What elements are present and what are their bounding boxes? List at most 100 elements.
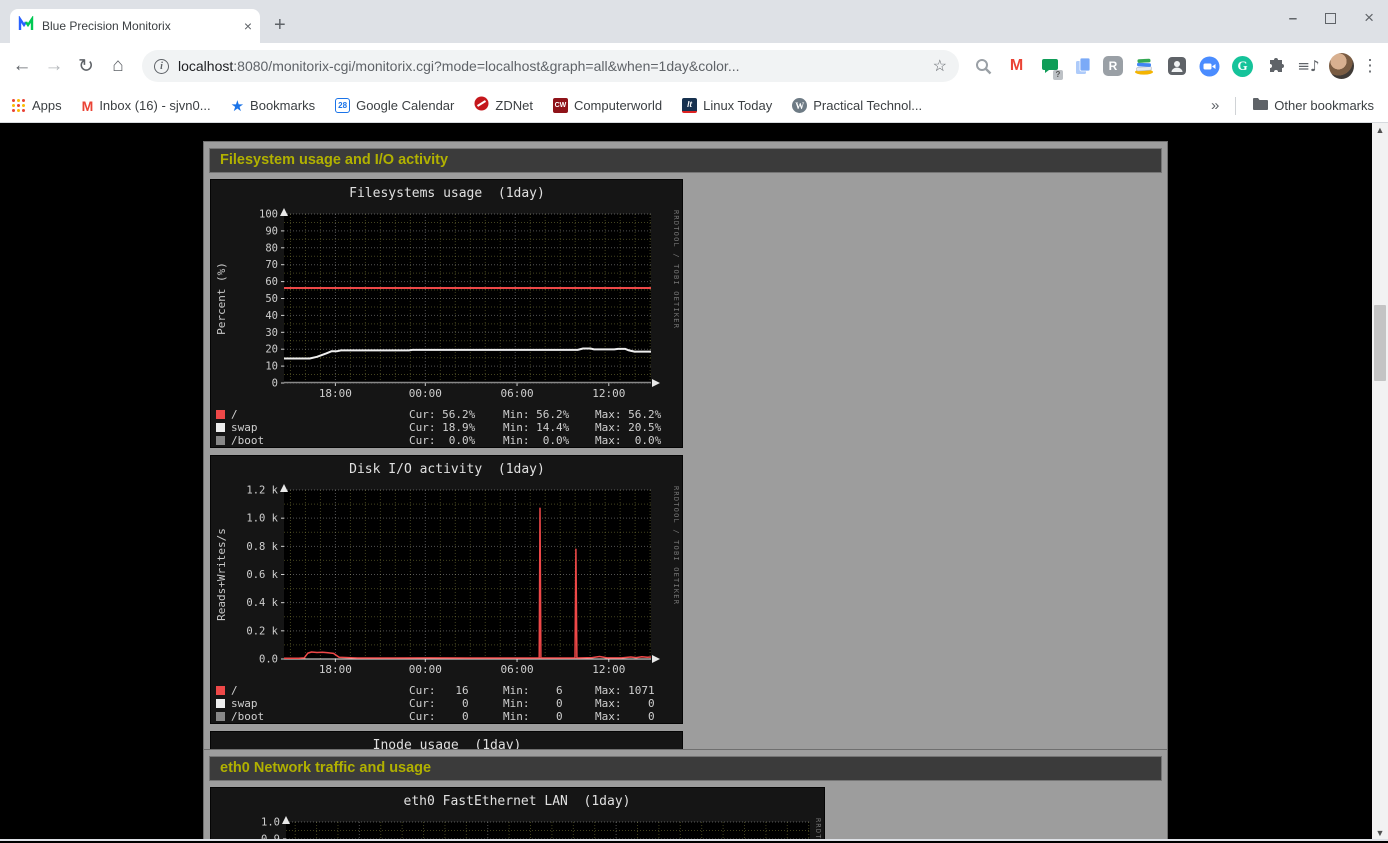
url-text[interactable]: localhost:8080/monitorix-cgi/monitorix.c… bbox=[178, 58, 925, 74]
svg-text:06:00: 06:00 bbox=[500, 663, 533, 676]
scrollbar-thumb[interactable] bbox=[1374, 305, 1386, 381]
window-maximize-button[interactable] bbox=[1325, 13, 1336, 24]
bookmark-practical-technology[interactable]: W Practical Technol... bbox=[792, 98, 922, 113]
other-bookmarks[interactable]: Other bookmarks bbox=[1252, 97, 1374, 115]
bookmark-linux-today[interactable]: lt Linux Today bbox=[682, 98, 772, 113]
zoom-camera-extension-icon[interactable] bbox=[1197, 54, 1222, 79]
bookmarks-bar: Apps M Inbox (16) - sjvn0... ★ Bookmarks… bbox=[0, 89, 1388, 123]
star-icon: ★ bbox=[231, 97, 244, 115]
svg-text:0: 0 bbox=[272, 378, 278, 390]
zdnet-icon bbox=[474, 96, 489, 116]
legend-row: swapCur: 18.9%Min: 14.4%Max: 20.5% bbox=[211, 421, 682, 434]
svg-text:Filesystems usage (1day): Filesystems usage (1day) bbox=[349, 186, 545, 201]
chart-disk-io-activity[interactable]: 1.2 k1.0 k0.8 k0.6 k0.4 k0.2 k0.018:0000… bbox=[210, 455, 683, 724]
svg-text:0.0: 0.0 bbox=[259, 654, 278, 666]
svg-text:12:00: 12:00 bbox=[592, 663, 625, 676]
page-info-icon[interactable]: i bbox=[154, 59, 169, 74]
calendar-icon: 28 bbox=[335, 98, 350, 113]
back-button[interactable]: ← bbox=[8, 55, 36, 77]
books-extension-icon[interactable] bbox=[1131, 54, 1156, 79]
bookmark-computerworld[interactable]: CW Computerworld bbox=[553, 98, 662, 113]
svg-text:90: 90 bbox=[265, 225, 278, 237]
svg-text:06:00: 06:00 bbox=[500, 387, 533, 400]
svg-text:18:00: 18:00 bbox=[319, 663, 352, 676]
svg-text:60: 60 bbox=[265, 276, 278, 288]
browser-toolbar: ← → ↻ ⌂ i localhost:8080/monitorix-cgi/m… bbox=[0, 43, 1388, 89]
svg-text:18:00: 18:00 bbox=[319, 387, 352, 400]
legend-row: /bootCur: 0Min: 0Max: 0 bbox=[211, 710, 682, 723]
url-host: localhost bbox=[178, 58, 233, 74]
url-bar[interactable]: i localhost:8080/monitorix-cgi/monitorix… bbox=[142, 50, 959, 82]
scrollbar-up-arrow[interactable]: ▲ bbox=[1372, 123, 1388, 138]
svg-text:40: 40 bbox=[265, 310, 278, 322]
svg-text:RRDTOOL / TOBI OETIKER: RRDTOOL / TOBI OETIKER bbox=[814, 818, 822, 841]
forward-button[interactable]: → bbox=[40, 55, 68, 77]
search-extension-icon[interactable] bbox=[971, 54, 996, 79]
section-eth0-network: eth0 Network traffic and usage 1.00.918:… bbox=[203, 749, 1168, 841]
tab-title: Blue Precision Monitorix bbox=[42, 19, 236, 33]
gmail-icon: M bbox=[82, 98, 94, 114]
chart-eth0-lan[interactable]: 1.00.918:0000:0006:0012:00eth0 FastEther… bbox=[210, 787, 825, 841]
svg-text:80: 80 bbox=[265, 242, 278, 254]
legend-row: /bootCur: 0.0%Min: 0.0%Max: 0.0% bbox=[211, 434, 682, 447]
svg-text:100: 100 bbox=[259, 209, 278, 221]
wordpress-icon: W bbox=[792, 98, 807, 113]
persona-extension-icon[interactable] bbox=[1164, 54, 1189, 79]
voice-extension-icon[interactable]: ? bbox=[1037, 54, 1062, 79]
svg-text:RRDTOOL / TOBI OETIKER: RRDTOOL / TOBI OETIKER bbox=[672, 486, 680, 605]
tab-close-icon[interactable]: × bbox=[244, 18, 252, 34]
grammarly-extension-icon[interactable]: G bbox=[1230, 54, 1255, 79]
home-button[interactable]: ⌂ bbox=[104, 55, 132, 77]
svg-text:Disk I/O activity (1day): Disk I/O activity (1day) bbox=[349, 462, 545, 477]
bookmark-google-calendar[interactable]: 28 Google Calendar bbox=[335, 98, 454, 113]
new-tab-button[interactable]: + bbox=[274, 14, 286, 37]
svg-text:0.2 k: 0.2 k bbox=[246, 625, 278, 637]
url-path: :8080/monitorix-cgi/monitorix.cgi?mode=l… bbox=[233, 58, 739, 74]
svg-text:30: 30 bbox=[265, 327, 278, 339]
window-bottom-frame bbox=[0, 839, 1388, 841]
svg-text:Reads+Writes/s: Reads+Writes/s bbox=[215, 528, 228, 621]
bookmark-bookmarks[interactable]: ★ Bookmarks bbox=[231, 97, 315, 115]
window-minimize-button[interactable]: – bbox=[1289, 10, 1297, 27]
copy-extension-icon[interactable] bbox=[1070, 54, 1095, 79]
legend-row: /Cur: 56.2%Min: 56.2%Max: 56.2% bbox=[211, 408, 682, 421]
linux-today-icon: lt bbox=[682, 98, 697, 113]
bookmark-zdnet[interactable]: ZDNet bbox=[474, 96, 533, 116]
profile-avatar[interactable] bbox=[1329, 54, 1354, 79]
section-header-eth0: eth0 Network traffic and usage bbox=[209, 756, 1162, 781]
svg-text:0.6 k: 0.6 k bbox=[246, 569, 278, 581]
chart-legend: /Cur: 56.2%Min: 56.2%Max: 56.2%swapCur: … bbox=[211, 408, 682, 447]
svg-text:12:00: 12:00 bbox=[592, 387, 625, 400]
svg-text:Percent (%): Percent (%) bbox=[215, 262, 228, 335]
svg-text:10: 10 bbox=[265, 361, 278, 373]
extensions-puzzle-icon[interactable] bbox=[1263, 54, 1288, 79]
apps-grid-icon bbox=[12, 99, 26, 113]
svg-text:1.0: 1.0 bbox=[261, 817, 280, 829]
legend-row: swapCur: 0Min: 0Max: 0 bbox=[211, 697, 682, 710]
bookmarks-overflow-chevron[interactable]: » bbox=[1211, 97, 1219, 114]
chart-legend: /Cur: 16Min: 6Max: 1071swapCur: 0Min: 0M… bbox=[211, 684, 682, 723]
legend-row: /Cur: 16Min: 6Max: 1071 bbox=[211, 684, 682, 697]
chrome-menu-icon[interactable]: ⋮ bbox=[1360, 56, 1380, 76]
monitorix-page: Filesystem usage and I/O activity 100908… bbox=[0, 123, 1388, 841]
bookmark-inbox[interactable]: M Inbox (16) - sjvn0... bbox=[82, 98, 211, 114]
playlist-icon[interactable]: ≡♪ bbox=[1296, 54, 1321, 79]
section-filesystem: Filesystem usage and I/O activity 100908… bbox=[203, 141, 1168, 841]
window-close-button[interactable]: × bbox=[1364, 8, 1374, 28]
reload-button[interactable]: ↻ bbox=[72, 55, 100, 78]
vertical-scrollbar[interactable]: ▲ ▼ bbox=[1372, 123, 1388, 841]
svg-text:1.2 k: 1.2 k bbox=[246, 485, 278, 497]
gmail-extension-icon[interactable]: M bbox=[1004, 54, 1029, 79]
bookmark-star-icon[interactable]: ☆ bbox=[933, 56, 947, 76]
browser-tab[interactable]: Blue Precision Monitorix × bbox=[10, 9, 260, 43]
svg-text:50: 50 bbox=[265, 293, 278, 305]
svg-text:00:00: 00:00 bbox=[409, 663, 442, 676]
chart-filesystems-usage[interactable]: 100908070605040302010018:0000:0006:0012:… bbox=[210, 179, 683, 448]
svg-text:00:00: 00:00 bbox=[409, 387, 442, 400]
svg-text:0.4 k: 0.4 k bbox=[246, 597, 278, 609]
r-extension-icon[interactable]: R bbox=[1103, 56, 1123, 76]
svg-text:eth0 FastEthernet LAN (1day): eth0 FastEthernet LAN (1day) bbox=[404, 794, 631, 809]
svg-text:1.0 k: 1.0 k bbox=[246, 513, 278, 525]
apps-shortcut[interactable]: Apps bbox=[12, 98, 62, 113]
svg-text:20: 20 bbox=[265, 344, 278, 356]
